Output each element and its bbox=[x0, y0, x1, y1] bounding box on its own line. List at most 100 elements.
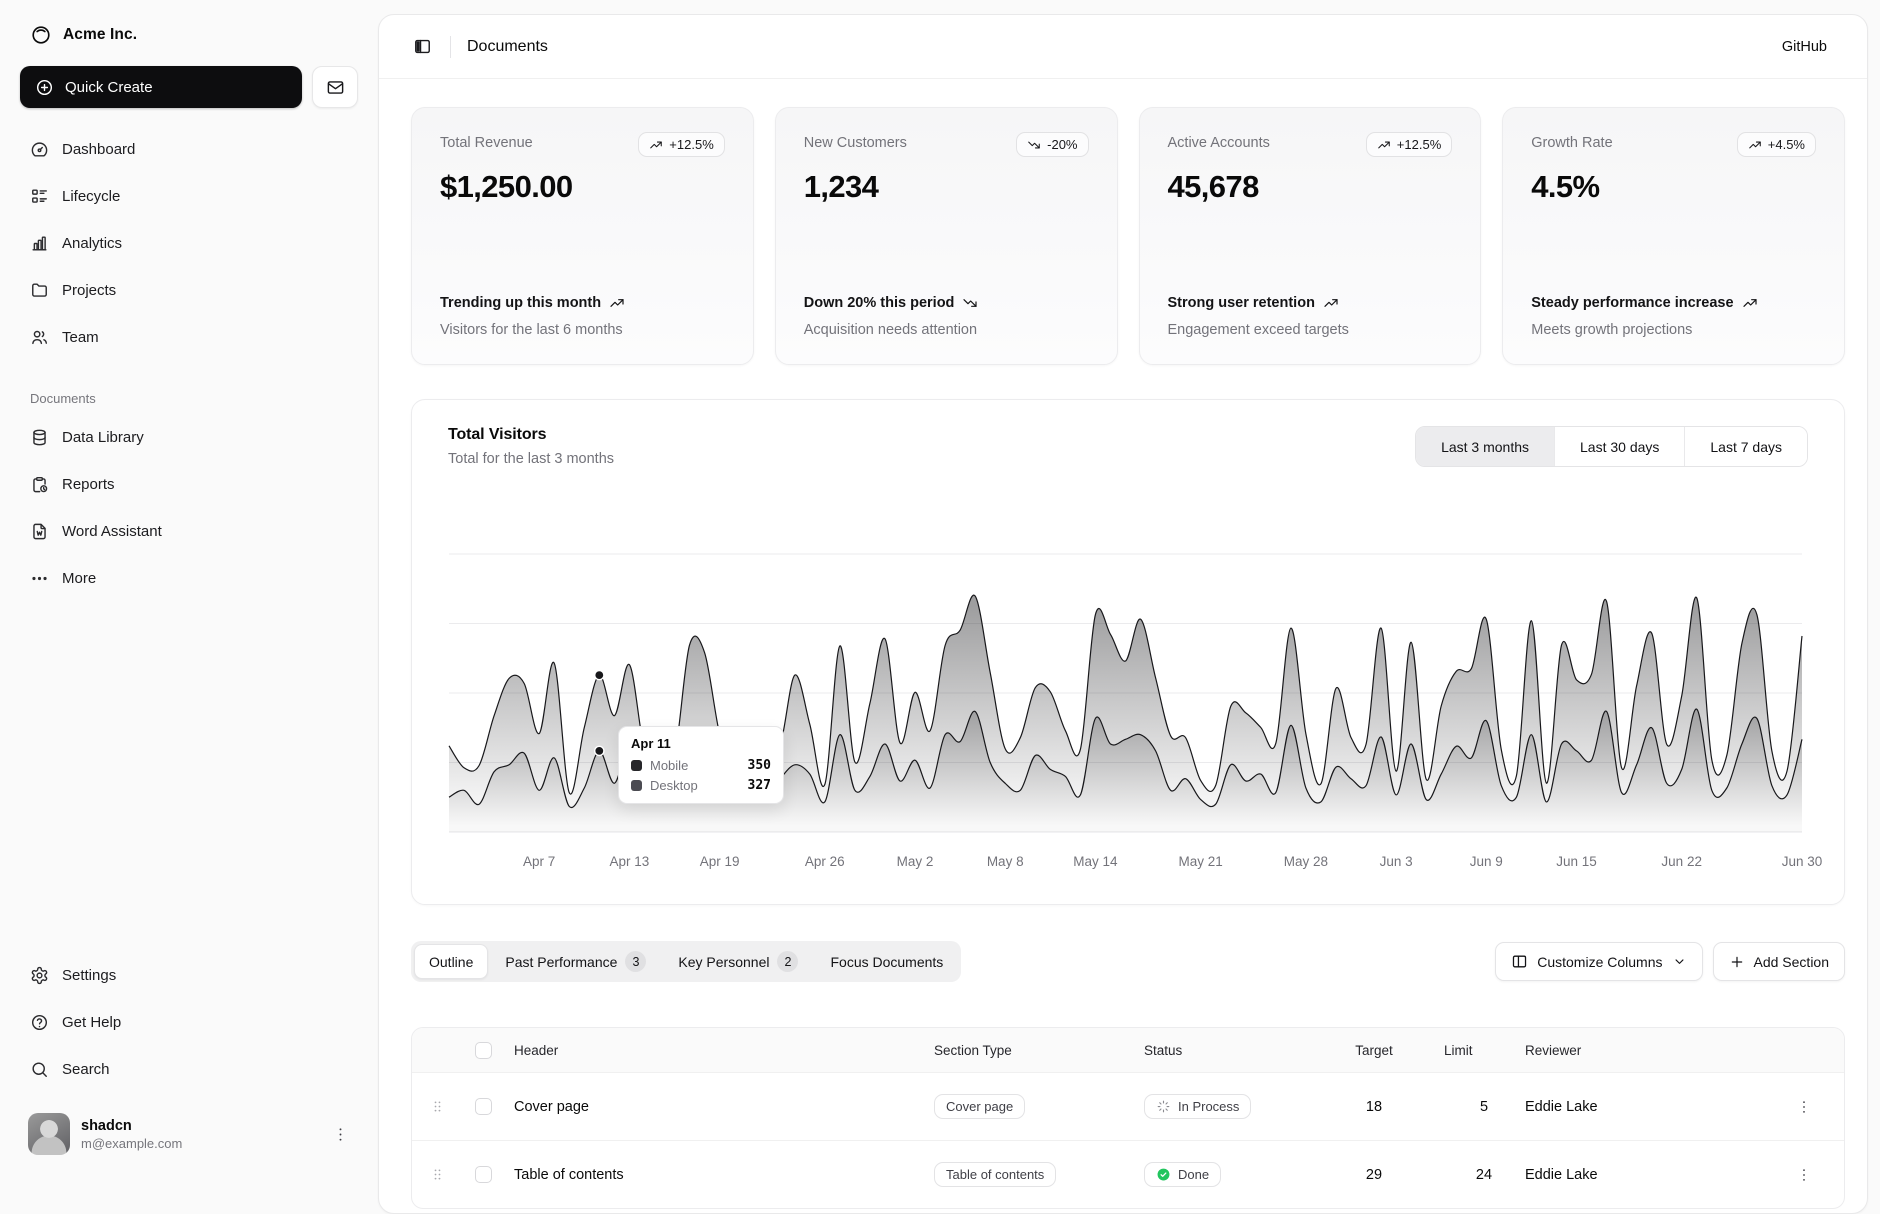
nav-label: Get Help bbox=[62, 1014, 121, 1031]
reviewer-cell[interactable]: Eddie Lake bbox=[1524, 1099, 1764, 1115]
sidebar-item-team[interactable]: Team bbox=[20, 318, 358, 356]
sidebar-item-word-assistant[interactable]: Word Assistant bbox=[20, 512, 358, 550]
user-email: m@example.com bbox=[81, 1136, 182, 1151]
range-option-last-30-days[interactable]: Last 30 days bbox=[1554, 427, 1684, 466]
chart-tooltip: Apr 11 Mobile350Desktop327 bbox=[618, 726, 784, 804]
add-section-label: Add Section bbox=[1754, 954, 1830, 970]
svg-text:Apr 26: Apr 26 bbox=[805, 854, 845, 869]
sidebar-item-settings[interactable]: Settings bbox=[20, 956, 358, 994]
stat-subtext: Meets growth projections bbox=[1531, 322, 1816, 338]
trend-badge: +12.5% bbox=[1366, 132, 1452, 157]
table-row: Table of contentsTable of contentsDone29… bbox=[412, 1140, 1844, 1208]
visitors-area-chart[interactable]: Apr 7Apr 13Apr 19Apr 26May 2May 8May 14M… bbox=[446, 492, 1838, 893]
stat-subtext: Acquisition needs attention bbox=[804, 322, 1089, 338]
sections-table: HeaderSection TypeStatusTargetLimitRevie… bbox=[411, 1027, 1845, 1209]
tab-past-performance[interactable]: Past Performance3 bbox=[490, 944, 661, 979]
series-value: 350 bbox=[748, 758, 771, 773]
github-link[interactable]: GitHub bbox=[1782, 39, 1827, 55]
trend-up-icon bbox=[1742, 295, 1758, 311]
trend-up-icon bbox=[1748, 138, 1762, 152]
folder-icon bbox=[30, 281, 49, 300]
svg-text:Apr 19: Apr 19 bbox=[700, 854, 740, 869]
stat-subtext: Engagement exceed targets bbox=[1168, 322, 1453, 338]
quick-create-button[interactable]: Quick Create bbox=[20, 66, 302, 108]
tab-focus-documents[interactable]: Focus Documents bbox=[815, 944, 958, 979]
range-option-last-7-days[interactable]: Last 7 days bbox=[1684, 427, 1807, 466]
dots-icon bbox=[30, 569, 49, 588]
stat-trend-text: Strong user retention bbox=[1168, 293, 1453, 314]
target-cell[interactable]: 18 bbox=[1334, 1099, 1414, 1115]
status-badge: In Process bbox=[1144, 1094, 1251, 1119]
page-header: Documents GitHub bbox=[379, 15, 1867, 79]
row-menu-button[interactable] bbox=[1791, 1094, 1817, 1120]
sidebar-item-projects[interactable]: Projects bbox=[20, 271, 358, 309]
svg-text:Jun 15: Jun 15 bbox=[1556, 854, 1597, 869]
lifecycle-icon bbox=[30, 187, 49, 206]
search-icon bbox=[30, 1060, 49, 1079]
sidebar-item-lifecycle[interactable]: Lifecycle bbox=[20, 177, 358, 215]
select-all-checkbox[interactable] bbox=[475, 1042, 492, 1059]
dots-vertical-icon[interactable] bbox=[331, 1125, 350, 1144]
stat-value: 45,678 bbox=[1168, 169, 1453, 205]
nav-label: Search bbox=[62, 1061, 110, 1078]
svg-text:Apr 7: Apr 7 bbox=[523, 854, 555, 869]
sidebar-item-more[interactable]: More bbox=[20, 559, 358, 597]
row-checkbox[interactable] bbox=[475, 1098, 492, 1115]
trend-up-icon bbox=[1323, 295, 1339, 311]
sidebar-item-reports[interactable]: Reports bbox=[20, 465, 358, 503]
acme-logo-icon bbox=[30, 24, 52, 46]
inbox-button[interactable] bbox=[312, 66, 358, 108]
sidebar-item-data-library[interactable]: Data Library bbox=[20, 418, 358, 456]
help-icon bbox=[30, 1013, 49, 1032]
sidebar-item-dashboard[interactable]: Dashboard bbox=[20, 130, 358, 168]
dashboard-icon bbox=[30, 140, 49, 159]
trend-badge: -20% bbox=[1016, 132, 1088, 157]
tooltip-series-row: Mobile350 bbox=[631, 758, 771, 773]
svg-text:May 2: May 2 bbox=[897, 854, 934, 869]
avatar bbox=[28, 1113, 70, 1155]
sidebar-item-search[interactable]: Search bbox=[20, 1050, 358, 1088]
sidebar-toggle-button[interactable] bbox=[407, 31, 438, 62]
col-header: Header bbox=[504, 1043, 934, 1058]
visitors-chart-card: Total Visitors Total for the last 3 mont… bbox=[411, 399, 1845, 905]
limit-cell[interactable]: 5 bbox=[1444, 1099, 1524, 1115]
trend-badge: +12.5% bbox=[638, 132, 724, 157]
report-icon bbox=[30, 475, 49, 494]
range-option-last-3-months[interactable]: Last 3 months bbox=[1416, 427, 1554, 466]
trend-badge: +4.5% bbox=[1737, 132, 1816, 157]
user-menu-row[interactable]: shadcn m@example.com bbox=[20, 1107, 358, 1161]
plus-icon bbox=[1729, 954, 1745, 970]
nav-label: Lifecycle bbox=[62, 188, 120, 205]
row-header-cell[interactable]: Cover page bbox=[504, 1099, 934, 1115]
svg-text:May 28: May 28 bbox=[1284, 854, 1328, 869]
tab-outline[interactable]: Outline bbox=[414, 944, 488, 979]
stat-trend-text: Down 20% this period bbox=[804, 293, 1089, 314]
quick-create-label: Quick Create bbox=[65, 79, 153, 96]
svg-text:May 14: May 14 bbox=[1073, 854, 1118, 869]
add-section-button[interactable]: Add Section bbox=[1713, 942, 1846, 981]
stat-card-active-accounts: Active Accounts+12.5%45,678Strong user r… bbox=[1139, 107, 1482, 365]
tab-key-personnel[interactable]: Key Personnel2 bbox=[663, 944, 813, 979]
brand-header[interactable]: Acme Inc. bbox=[20, 16, 358, 54]
section-label: Documents bbox=[20, 391, 358, 406]
sidebar-item-get-help[interactable]: Get Help bbox=[20, 1003, 358, 1041]
customize-columns-button[interactable]: Customize Columns bbox=[1495, 942, 1702, 981]
stat-cards-row: Total Revenue+12.5%$1,250.00Trending up … bbox=[411, 107, 1845, 365]
brand-name: Acme Inc. bbox=[63, 26, 137, 44]
stat-label: New Customers bbox=[804, 132, 907, 151]
section-type-badge: Cover page bbox=[934, 1094, 1025, 1119]
tab-count-badge: 3 bbox=[625, 951, 646, 972]
nav-label: Data Library bbox=[62, 429, 144, 446]
series-value: 327 bbox=[748, 778, 771, 793]
nav-label: Projects bbox=[62, 282, 116, 299]
database-icon bbox=[30, 428, 49, 447]
sidebar-item-analytics[interactable]: Analytics bbox=[20, 224, 358, 262]
series-swatch bbox=[631, 760, 642, 771]
user-name: shadcn bbox=[81, 1118, 182, 1134]
users-icon bbox=[30, 328, 49, 347]
svg-text:Jun 22: Jun 22 bbox=[1661, 854, 1702, 869]
drag-handle[interactable] bbox=[427, 1096, 448, 1117]
tabs-group: OutlinePast Performance3Key Personnel2Fo… bbox=[411, 941, 961, 982]
stat-card-total-revenue: Total Revenue+12.5%$1,250.00Trending up … bbox=[411, 107, 754, 365]
sidebar-nav-secondary: Settings Get Help Search bbox=[20, 956, 358, 1097]
